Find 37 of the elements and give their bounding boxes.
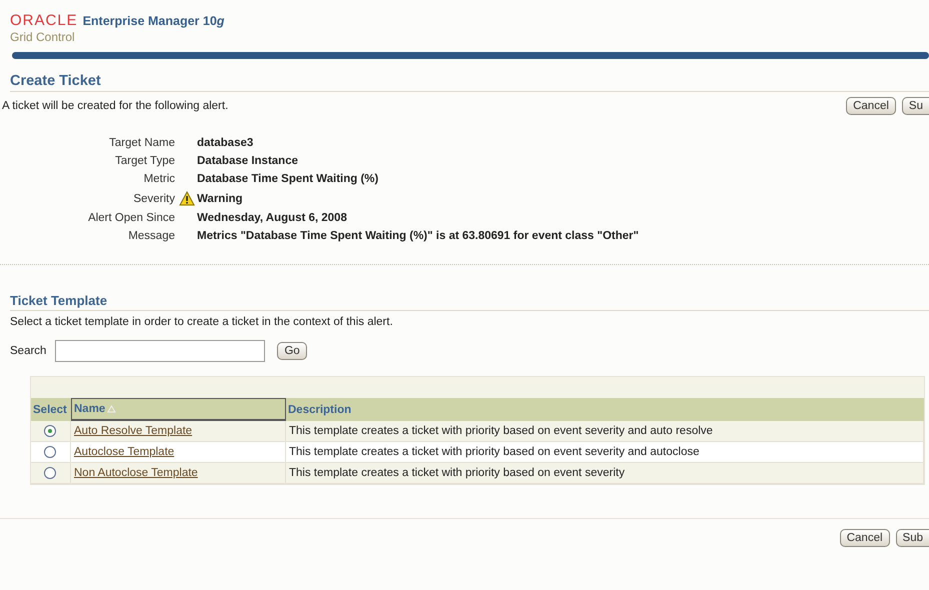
- table-cell: This template creates a ticket with priority based on event severity and autoclose: [289, 446, 700, 458]
- cancel-button[interactable]: Cancel: [846, 97, 896, 115]
- field-label: Message: [128, 230, 175, 242]
- field-value: Database Instance: [197, 155, 298, 167]
- section-title: Ticket Template: [10, 293, 929, 311]
- column-header[interactable]: Description: [286, 398, 924, 421]
- field-value: Warning: [197, 192, 243, 204]
- product-name: Enterprise Manager 10g: [82, 14, 224, 28]
- product-subtitle: Grid Control: [10, 30, 76, 44]
- search-label: Search: [10, 345, 46, 357]
- field-value: Metrics "Database Time Spent Waiting (%)" is at 63.80691 for event class "Other": [197, 230, 639, 242]
- field-value: database3: [197, 137, 254, 149]
- page-title: Create Ticket: [10, 73, 929, 92]
- radio-button[interactable]: [44, 425, 56, 437]
- field-label: Severity: [133, 192, 175, 204]
- page-description: A ticket will be created for the following alert.: [2, 100, 228, 112]
- submit-button[interactable]: Su: [902, 97, 929, 115]
- column-header[interactable]: Select: [31, 398, 71, 421]
- cancel-button[interactable]: Cancel: [840, 529, 890, 547]
- radio-button[interactable]: [44, 446, 56, 458]
- field-value: Database Time Spent Waiting (%): [197, 173, 378, 185]
- table-cell: This template creates a ticket with priority based on event severity: [289, 467, 625, 479]
- column-header[interactable]: Name: [71, 398, 286, 421]
- field-label: Target Name: [109, 137, 175, 149]
- radio-button[interactable]: [44, 467, 56, 479]
- section-description: Select a ticket template in order to create a ticket in the context of this alert.: [10, 316, 394, 328]
- brand-logo: ORACLE: [10, 12, 78, 29]
- warning-icon: [179, 191, 195, 206]
- field-label: Target Type: [115, 155, 175, 167]
- sort-icon: [107, 405, 116, 413]
- table-cell: This template creates a ticket with priority based on event severity and auto resolve: [289, 425, 713, 437]
- go-button[interactable]: Go: [277, 342, 307, 360]
- field-value: Wednesday, August 6, 2008: [197, 212, 347, 224]
- field-label: Alert Open Since: [88, 212, 175, 224]
- field-label: Metric: [144, 173, 175, 185]
- submit-button[interactable]: Sub: [896, 529, 929, 547]
- search-field[interactable]: [55, 340, 266, 362]
